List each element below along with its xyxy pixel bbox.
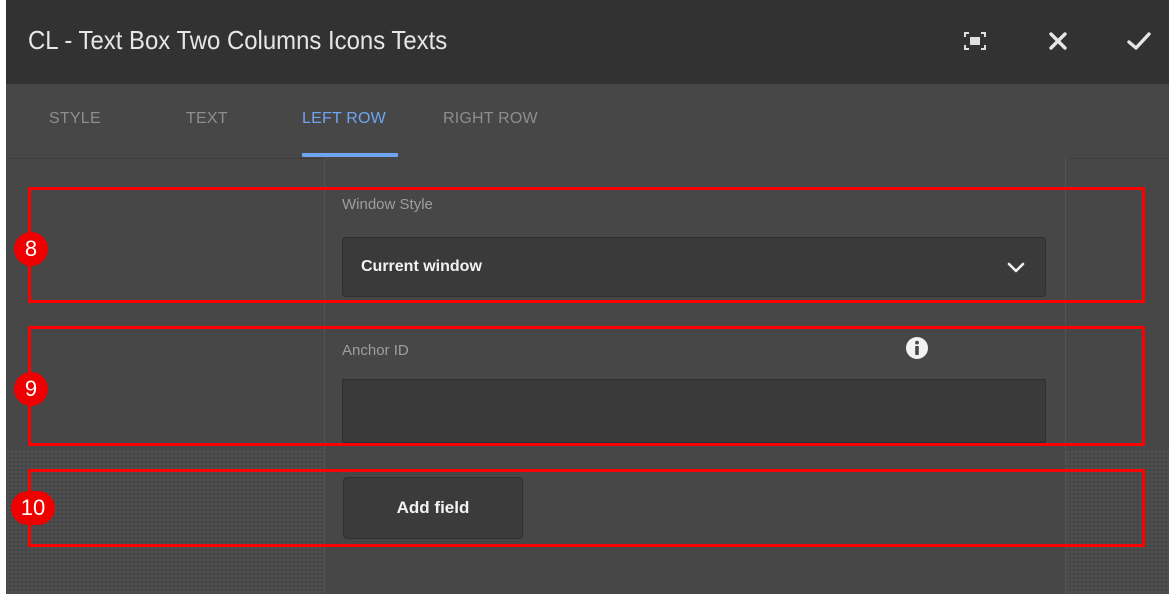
tab-style[interactable]: STYLE [49,110,101,128]
dialog-header: CL - Text Box Two Columns Icons Texts [6,0,1169,84]
tab-text[interactable]: TEXT [186,110,228,128]
checkmark-icon[interactable] [1122,24,1156,58]
callout-badge-9: 9 [14,372,48,406]
fullscreen-icon[interactable] [958,24,992,58]
tab-bar: STYLE TEXT LEFT ROW RIGHT ROW [6,84,1169,159]
dialog-title: CL - Text Box Two Columns Icons Texts [28,25,448,55]
tab-right-row[interactable]: RIGHT ROW [443,110,538,128]
close-icon[interactable] [1041,24,1075,58]
callout-box-9 [28,326,1145,446]
callout-badge-8: 8 [14,232,48,266]
callout-box-8 [28,187,1145,303]
callout-badge-10: 10 [11,491,55,525]
callout-box-10 [28,469,1145,547]
tab-left-row[interactable]: LEFT ROW [302,110,386,128]
active-tab-indicator [302,153,398,157]
